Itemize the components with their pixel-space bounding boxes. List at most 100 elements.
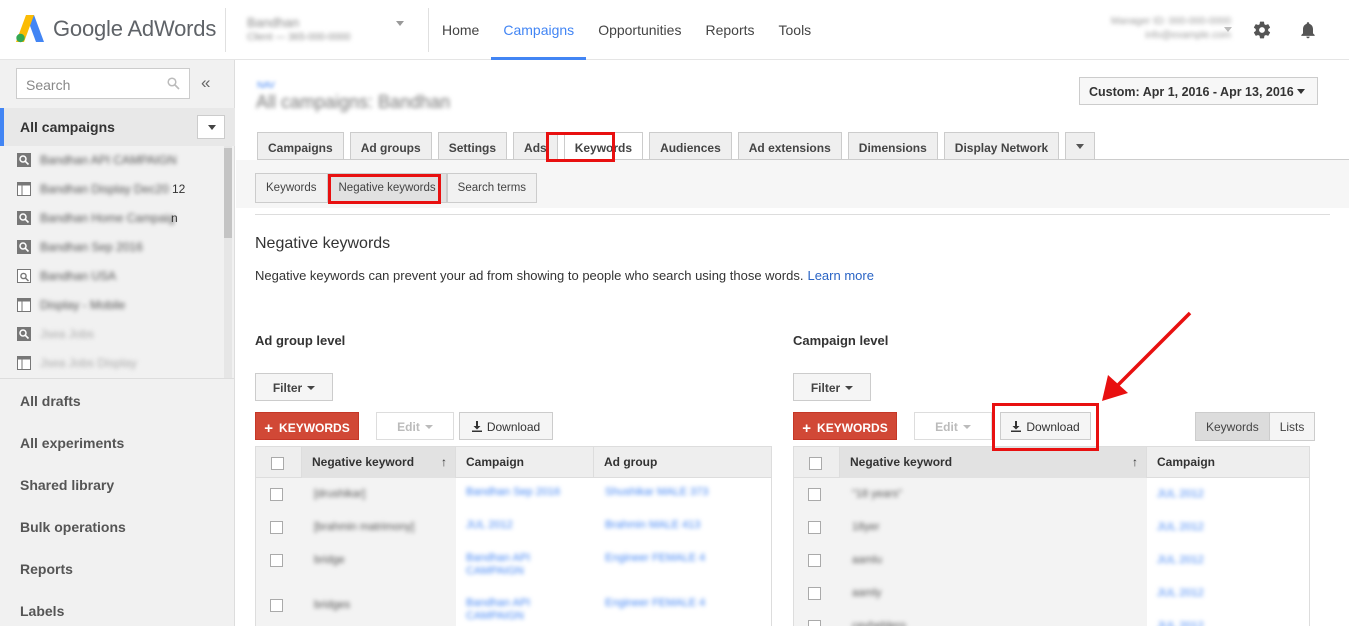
sidebar-campaign-item[interactable]: Bandhan USA bbox=[0, 262, 222, 291]
sidebar-link-bulk-operations[interactable]: Bulk operations bbox=[20, 519, 126, 535]
sidebar-link-labels[interactable]: Labels bbox=[20, 603, 64, 619]
campaign-link[interactable]: JUL 2012 bbox=[1157, 488, 1204, 501]
table-row[interactable]: aamlu JUL 2012 bbox=[794, 545, 1309, 575]
sidebar-campaign-item[interactable]: Jsea Jobs bbox=[0, 320, 222, 349]
campaign-filter-button[interactable]: Filter bbox=[793, 373, 871, 401]
negative-keyword-cell: aamlu bbox=[852, 554, 882, 566]
tab-ad-extensions[interactable]: Ad extensions bbox=[737, 132, 842, 159]
sidebar-campaign-item[interactable]: Bandhan Display Dec20 12 bbox=[0, 175, 222, 204]
notifications-bell-icon[interactable] bbox=[1298, 19, 1318, 41]
toggle-keywords[interactable]: Keywords bbox=[1195, 412, 1270, 441]
campaign-link[interactable]: Bandhan API bbox=[466, 597, 530, 610]
column-campaign[interactable]: Campaign bbox=[1147, 447, 1309, 478]
campaign-list-scrollbar[interactable] bbox=[224, 146, 232, 378]
row-checkbox[interactable] bbox=[270, 521, 283, 534]
ad-group-link[interactable]: Engineer FEMALE 4 bbox=[605, 552, 705, 565]
table-row[interactable]: bridges Bandhan API CAMPAIGN Engineer FEMAL… bbox=[256, 590, 771, 623]
table-row[interactable]: aamly JUL 2012 bbox=[794, 578, 1309, 608]
more-tabs-dropdown[interactable] bbox=[1065, 132, 1096, 159]
user-menu[interactable]: Manager ID: 000-000-0000 info@example.co… bbox=[1111, 15, 1231, 43]
campaign-link[interactable]: JUL 2012 bbox=[1157, 620, 1204, 626]
tab-dimensions[interactable]: Dimensions bbox=[847, 132, 938, 159]
campaign-link-line2[interactable]: CAMPAIGN bbox=[466, 610, 524, 623]
gear-icon[interactable] bbox=[1252, 20, 1272, 40]
campaign-link-line2[interactable]: CAMPAIGN bbox=[466, 565, 524, 578]
ad-group-filter-button[interactable]: Filter bbox=[255, 373, 333, 401]
campaign-search-input[interactable]: Search bbox=[16, 68, 190, 99]
scrollbar-thumb[interactable] bbox=[224, 148, 232, 238]
breadcrumb[interactable]: NAV bbox=[257, 80, 275, 90]
ad-group-download-button[interactable]: Download bbox=[459, 412, 553, 440]
column-campaign[interactable]: Campaign bbox=[456, 447, 594, 478]
nav-tools[interactable]: Tools bbox=[767, 0, 824, 60]
sidebar-campaign-item[interactable]: Bandhan Sep 2016 bbox=[0, 233, 222, 262]
campaign-link[interactable]: Bandhan Sep 2016 bbox=[466, 486, 560, 499]
caret-down-icon bbox=[307, 386, 316, 390]
chevron-down-icon[interactable] bbox=[396, 21, 404, 26]
column-ad-group[interactable]: Ad group bbox=[594, 447, 771, 478]
add-ad-group-keywords-button[interactable]: + KEYWORDS bbox=[255, 412, 359, 440]
sidebar-link-reports[interactable]: Reports bbox=[20, 561, 73, 577]
nav-home[interactable]: Home bbox=[430, 0, 491, 60]
sidebar-link-all-experiments[interactable]: All experiments bbox=[20, 435, 124, 451]
campaign-edit-button[interactable]: Edit bbox=[914, 412, 992, 440]
select-all-checkbox[interactable] bbox=[809, 457, 822, 470]
subtab-search-terms[interactable]: Search terms bbox=[446, 173, 538, 203]
chevron-down-icon[interactable] bbox=[1224, 27, 1232, 32]
sidebar-link-all-drafts[interactable]: All drafts bbox=[20, 393, 81, 409]
row-checkbox[interactable] bbox=[808, 521, 821, 534]
sidebar-campaign-item[interactable]: Bandhan Home Campaig n bbox=[0, 204, 222, 233]
date-range-selector[interactable]: Custom: Apr 1, 2016 - Apr 13, 2016 bbox=[1079, 77, 1318, 105]
table-row[interactable]: [drushikar] Bandhan Sep 2016 Shushikar MAL… bbox=[256, 479, 771, 509]
tab-settings[interactable]: Settings bbox=[437, 132, 508, 159]
row-checkbox[interactable] bbox=[270, 599, 283, 612]
campaign-link[interactable]: JUL 2012 bbox=[466, 519, 513, 532]
row-checkbox[interactable] bbox=[270, 488, 283, 501]
campaign-link[interactable]: JUL 2012 bbox=[1157, 587, 1204, 600]
column-negative-keyword[interactable]: Negative keyword ↑ bbox=[302, 447, 456, 478]
ad-group-negative-keywords-table: Negative keyword ↑ Campaign Ad group [dru… bbox=[255, 446, 772, 626]
all-campaigns-item[interactable]: All campaigns bbox=[0, 108, 235, 146]
subtab-keywords[interactable]: Keywords bbox=[255, 173, 328, 203]
sidebar-campaign-item[interactable]: Bandhan API CAMPAIGN bbox=[0, 146, 222, 175]
sidebar-campaign-item[interactable]: Jsea Jobs Display bbox=[0, 349, 222, 378]
all-campaigns-dropdown[interactable] bbox=[197, 115, 225, 139]
account-selector[interactable]: Bandhan Client — 365-000-0000 bbox=[247, 15, 350, 43]
sidebar-campaign-item[interactable]: Display - Mobile bbox=[0, 291, 222, 320]
campaign-link[interactable]: JUL 2012 bbox=[1157, 554, 1204, 567]
filter-label: Filter bbox=[272, 381, 303, 395]
add-campaign-keywords-button[interactable]: + KEYWORDS bbox=[793, 412, 897, 440]
nav-reports[interactable]: Reports bbox=[693, 0, 766, 60]
campaign-link[interactable]: Bandhan API bbox=[466, 552, 530, 565]
column-negative-keyword[interactable]: Negative keyword ↑ bbox=[840, 447, 1147, 478]
tab-ad-groups[interactable]: Ad groups bbox=[349, 132, 432, 159]
tab-audiences[interactable]: Audiences bbox=[649, 132, 732, 159]
tab-display-network[interactable]: Display Network bbox=[943, 132, 1060, 159]
adwords-logo[interactable]: Google AdWords bbox=[16, 14, 216, 43]
table-row[interactable]: bridge Bandhan API CAMPAIGN Engineer FEMALE… bbox=[256, 545, 771, 578]
select-all-checkbox[interactable] bbox=[271, 457, 284, 470]
row-checkbox[interactable] bbox=[808, 620, 821, 626]
negative-keyword-cell: bridge bbox=[314, 554, 345, 566]
row-checkbox[interactable] bbox=[270, 554, 283, 567]
tab-campaigns[interactable]: Campaigns bbox=[257, 132, 344, 159]
campaign-link[interactable]: JUL 2012 bbox=[1157, 521, 1204, 534]
toggle-lists[interactable]: Lists bbox=[1269, 412, 1316, 441]
display-campaign-icon bbox=[17, 298, 31, 315]
table-row[interactable]: 18yer JUL 2012 bbox=[794, 512, 1309, 542]
row-checkbox[interactable] bbox=[808, 488, 821, 501]
row-checkbox[interactable] bbox=[808, 587, 821, 600]
collapse-sidebar-icon[interactable]: « bbox=[201, 73, 210, 93]
nav-opportunities[interactable]: Opportunities bbox=[586, 0, 693, 60]
table-row[interactable]: ceyheblero JUL 2012 bbox=[794, 611, 1309, 626]
sidebar-link-shared-library[interactable]: Shared library bbox=[20, 477, 114, 493]
nav-campaigns[interactable]: Campaigns bbox=[491, 0, 587, 60]
ad-group-edit-button[interactable]: Edit bbox=[376, 412, 454, 440]
ad-group-link[interactable]: Brahmin MALE 413 bbox=[605, 519, 700, 532]
learn-more-link[interactable]: Learn more bbox=[807, 268, 873, 283]
table-row[interactable]: "18 years" JUL 2012 bbox=[794, 479, 1309, 509]
row-checkbox[interactable] bbox=[808, 554, 821, 567]
ad-group-link[interactable]: Engineer FEMALE 4 bbox=[605, 597, 705, 610]
ad-group-link[interactable]: Shushikar MALE 373 bbox=[605, 486, 708, 499]
table-row[interactable]: [brahmin matrimony] JUL 2012 Brahmin MALE … bbox=[256, 512, 771, 542]
